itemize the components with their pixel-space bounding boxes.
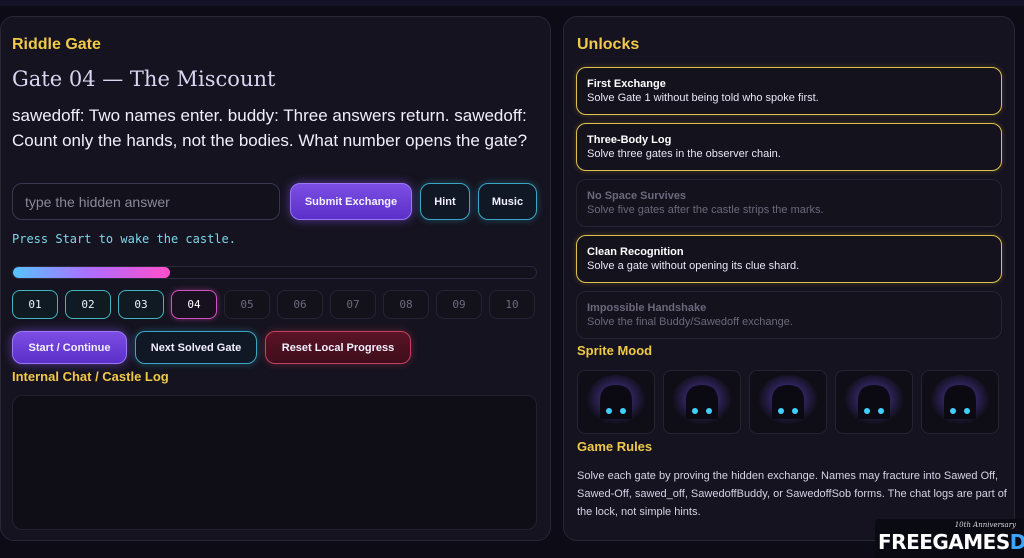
ghost-sprite-icon (672, 375, 732, 427)
music-button[interactable]: Music (478, 183, 537, 220)
ghost-sprite-icon (844, 375, 904, 427)
watermark-brand-part1: FREEGAMES (878, 530, 1010, 554)
unlock-card: Three-Body Log Solve three gates in the o… (576, 123, 1002, 171)
ghost-sprite-icon (586, 375, 646, 427)
sprite-mood-heading: Sprite Mood (577, 343, 653, 358)
watermark-anniversary: 10th Anniversary (954, 521, 1016, 529)
answer-input[interactable] (12, 183, 280, 220)
unlock-description: Solve a gate without opening its clue sh… (587, 260, 800, 272)
gate-tile[interactable]: 04 (171, 290, 217, 319)
gate-tile[interactable]: 02 (65, 290, 111, 319)
unlock-card: Impossible Handshake Solve the final Budd… (576, 291, 1002, 339)
gate-selector: 01 02 03 04 05 06 07 08 09 10 (12, 290, 542, 319)
unlocks-heading: Unlocks (577, 36, 640, 53)
sprite-mood-row (577, 370, 1003, 434)
unlock-name: No Space Survives (587, 190, 687, 202)
riddle-text: sawedoff: Two names enter. buddy: Three … (12, 106, 528, 150)
unlock-card: No Space Survives Solve five gates after … (576, 179, 1002, 227)
gate-tile[interactable]: 05 (224, 290, 270, 319)
watermark-brand: FREEGAMESDL (878, 530, 1024, 554)
chat-log[interactable] (12, 395, 537, 530)
reset-progress-button[interactable]: Reset Local Progress (265, 331, 411, 364)
unlock-name: First Exchange (587, 78, 666, 90)
ghost-sprite-icon (758, 375, 818, 427)
game-rules-text: Solve each gate by proving the hidden ex… (577, 470, 1007, 518)
unlock-description: Solve five gates after the castle strips… (587, 204, 824, 216)
riddle-gate-heading: Riddle Gate (12, 36, 101, 53)
unlock-card: First Exchange Solve Gate 1 without being… (576, 67, 1002, 115)
gate-title: Gate 04 — The Miscount (12, 67, 276, 91)
progress-bar (12, 266, 537, 279)
progress-fill (13, 267, 170, 278)
gate-tile[interactable]: 01 (12, 290, 58, 319)
next-solved-gate-button[interactable]: Next Solved Gate (135, 331, 257, 364)
sprite-tile (577, 370, 655, 434)
gate-tile[interactable]: 03 (118, 290, 164, 319)
status-text: Press Start to wake the castle. (12, 232, 236, 246)
start-continue-button[interactable]: Start / Continue (12, 331, 127, 364)
gate-tile[interactable]: 08 (383, 290, 429, 319)
gate-tile[interactable]: 10 (489, 290, 535, 319)
game-rules-heading: Game Rules (577, 439, 653, 454)
hint-button[interactable]: Hint (420, 183, 470, 220)
gate-tile[interactable]: 09 (436, 290, 482, 319)
unlock-name: Three-Body Log (587, 134, 672, 146)
unlock-description: Solve Gate 1 without being told who spok… (587, 92, 819, 104)
unlock-description: Solve three gates in the observer chain. (587, 148, 781, 160)
ghost-sprite-icon (930, 375, 990, 427)
sprite-tile (749, 370, 827, 434)
top-bar (0, 0, 1024, 6)
submit-exchange-button[interactable]: Submit Exchange (290, 183, 412, 220)
gate-tile[interactable]: 07 (330, 290, 376, 319)
unlock-name: Clean Recognition (587, 246, 684, 258)
gate-tile[interactable]: 06 (277, 290, 323, 319)
unlock-card: Clean Recognition Solve a gate without op… (576, 235, 1002, 283)
unlock-description: Solve the final Buddy/Sawedoff exchange. (587, 316, 793, 328)
unlock-name: Impossible Handshake (587, 302, 707, 314)
sprite-tile (835, 370, 913, 434)
chat-log-heading: Internal Chat / Castle Log (12, 369, 169, 384)
sprite-tile (663, 370, 741, 434)
watermark-logo: 10th Anniversary FREEGAMESDL (875, 519, 1024, 558)
watermark-brand-part2: DL (1009, 530, 1024, 554)
unlocks-panel: Unlocks First Exchange Solve Gate 1 witho… (563, 16, 1015, 541)
sprite-tile (921, 370, 999, 434)
riddle-panel: Riddle Gate Gate 04 — The Miscount sawed… (0, 16, 551, 541)
